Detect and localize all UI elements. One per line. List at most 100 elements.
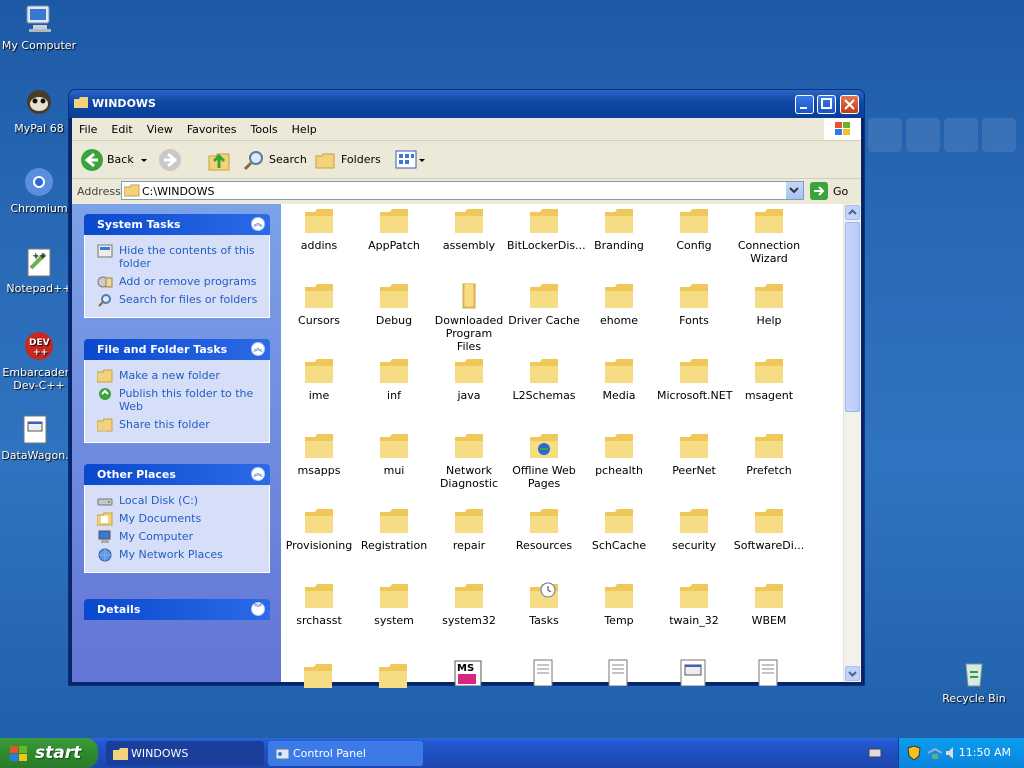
list-item[interactable]	[656, 659, 730, 691]
list-item[interactable]	[506, 659, 580, 691]
place-network-places[interactable]: My Network Places	[85, 546, 269, 564]
taskbar-item-windows[interactable]: WINDOWS	[106, 741, 264, 766]
list-item[interactable]	[356, 662, 430, 694]
list-item[interactable]: ime	[282, 357, 356, 402]
list-item[interactable]	[731, 659, 805, 691]
list-item[interactable]: addins	[282, 207, 356, 252]
list-item[interactable]	[281, 662, 355, 694]
task-add-remove-programs[interactable]: Add or remove programs	[85, 273, 269, 291]
start-button[interactable]: start	[0, 738, 98, 768]
list-item[interactable]: srchasst	[282, 582, 356, 627]
scroll-thumb[interactable]	[845, 222, 860, 412]
minimize-button[interactable]	[795, 95, 814, 114]
list-item[interactable]: Offline Web Pages	[507, 432, 581, 490]
keyboard-icon[interactable]	[868, 747, 882, 762]
list-item[interactable]: SchCache	[582, 507, 656, 552]
list-item[interactable]: Tasks	[507, 582, 581, 627]
folders-button[interactable]: Folders	[314, 148, 382, 172]
list-item[interactable]: PeerNet	[657, 432, 731, 477]
place-local-disk[interactable]: Local Disk (C:)	[85, 492, 269, 510]
views-button[interactable]	[394, 148, 428, 172]
scroll-up-button[interactable]	[845, 205, 860, 220]
scroll-down-button[interactable]	[845, 666, 860, 681]
menu-edit[interactable]: Edit	[104, 118, 139, 136]
panel-header[interactable]: File and Folder Tasks ︽	[84, 339, 270, 360]
list-item[interactable]: Network Diagnostic	[432, 432, 506, 490]
vertical-scrollbar[interactable]	[843, 204, 861, 682]
list-item[interactable]: AppPatch	[357, 207, 431, 252]
volume-icon[interactable]	[945, 746, 957, 760]
list-item[interactable]: inf	[357, 357, 431, 402]
task-make-new-folder[interactable]: Make a new folder	[85, 367, 269, 385]
place-my-documents[interactable]: My Documents	[85, 510, 269, 528]
list-item[interactable]: Driver Cache	[507, 282, 581, 327]
list-item[interactable]: Connection Wizard	[732, 207, 806, 265]
list-item[interactable]: pchealth	[582, 432, 656, 477]
list-item[interactable]: Temp	[582, 582, 656, 627]
desktop-icon-recycle-bin[interactable]: Recycle Bin	[936, 656, 1012, 705]
list-item[interactable]: Branding	[582, 207, 656, 252]
list-item[interactable]: security	[657, 507, 731, 552]
list-item[interactable]: Config	[657, 207, 731, 252]
menu-help[interactable]: Help	[285, 118, 324, 136]
desktop-icon-datawagon[interactable]: DataWagon.	[0, 413, 73, 462]
list-item[interactable]: Media	[582, 357, 656, 402]
network-icon[interactable]	[927, 746, 943, 760]
expand-icon[interactable]: ︾	[251, 602, 265, 616]
taskbar-item-control-panel[interactable]: Control Panel	[268, 741, 423, 766]
list-item[interactable]: Provisioning	[282, 507, 356, 552]
list-item[interactable]: java	[432, 357, 506, 402]
desktop-icon-mypal[interactable]: MyPal 68	[1, 86, 77, 135]
list-item[interactable]: Prefetch	[732, 432, 806, 477]
list-item[interactable]: Help	[732, 282, 806, 327]
list-item[interactable]: WBEM	[732, 582, 806, 627]
list-item[interactable]: Microsoft.NET	[657, 357, 732, 402]
list-item[interactable]: ehome	[582, 282, 656, 327]
list-item[interactable]: Resources	[507, 507, 581, 552]
list-item[interactable]: Debug	[357, 282, 431, 327]
task-hide-contents[interactable]: Hide the contents of this folder	[85, 242, 269, 273]
collapse-icon[interactable]: ︽	[251, 467, 265, 481]
forward-button[interactable]	[158, 148, 188, 172]
back-button[interactable]: Back	[80, 148, 140, 172]
desktop-icon-devcpp[interactable]: DEV ++ Embarcadero Dev-C++	[1, 330, 77, 392]
up-folder-button[interactable]	[207, 148, 231, 172]
panel-header[interactable]: Other Places ︽	[84, 464, 270, 485]
list-item[interactable]: msagent	[732, 357, 806, 402]
address-field[interactable]: C:\WINDOWS	[121, 181, 804, 200]
list-item[interactable]: SoftwareDi...	[732, 507, 806, 552]
place-my-computer[interactable]: My Computer	[85, 528, 269, 546]
list-item[interactable]: system32	[432, 582, 506, 627]
menu-tools[interactable]: Tools	[244, 118, 285, 136]
task-publish-web[interactable]: Publish this folder to the Web	[85, 385, 269, 416]
list-item[interactable]: Fonts	[657, 282, 731, 327]
desktop-icon-my-computer[interactable]: My Computer	[1, 3, 77, 52]
list-item[interactable]: assembly	[432, 207, 506, 252]
list-item[interactable]: repair	[432, 507, 506, 552]
collapse-icon[interactable]: ︽	[251, 217, 265, 231]
list-item[interactable]: twain_32	[657, 582, 731, 627]
panel-header[interactable]: System Tasks ︽	[84, 214, 270, 235]
maximize-button[interactable]	[817, 95, 836, 114]
list-item[interactable]	[581, 659, 655, 691]
menu-favorites[interactable]: Favorites	[180, 118, 244, 136]
desktop-icon-chromium[interactable]: Chromium	[1, 166, 77, 215]
back-dropdown-button[interactable]	[140, 148, 150, 172]
security-shield-icon[interactable]	[907, 745, 921, 761]
list-item[interactable]: Cursors	[282, 282, 356, 327]
menu-view[interactable]: View	[140, 118, 180, 136]
list-item[interactable]: Downloaded Program Files	[432, 282, 506, 353]
collapse-icon[interactable]: ︽	[251, 342, 265, 356]
go-button[interactable]: Go	[809, 181, 848, 201]
desktop-icon-notepadpp[interactable]: ++ Notepad++	[1, 246, 77, 295]
title-bar[interactable]: WINDOWS	[69, 90, 864, 118]
task-share-folder[interactable]: Share this folder	[85, 416, 269, 434]
task-search-files[interactable]: Search for files or folders	[85, 291, 269, 309]
menu-file[interactable]: File	[72, 118, 104, 136]
list-item[interactable]: Registration	[357, 507, 431, 552]
address-dropdown-button[interactable]	[785, 182, 803, 199]
list-item[interactable]: msapps	[282, 432, 356, 477]
list-item[interactable]: system	[357, 582, 431, 627]
clock[interactable]: 11:50 AM	[959, 746, 1011, 759]
list-item[interactable]: MS	[431, 659, 505, 691]
